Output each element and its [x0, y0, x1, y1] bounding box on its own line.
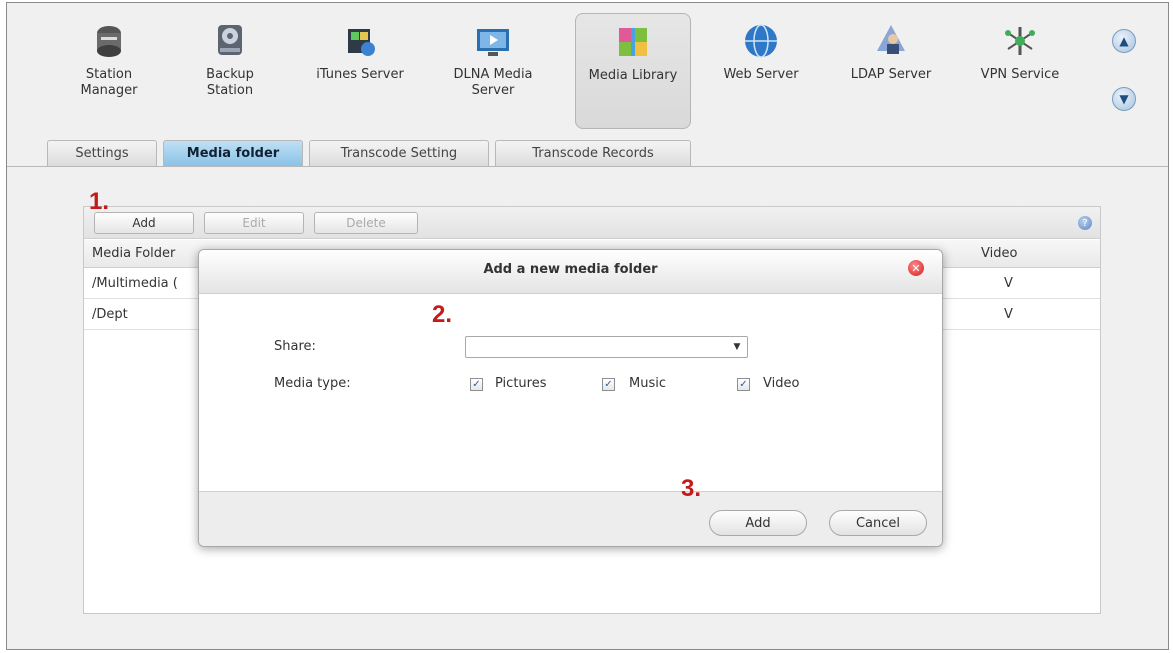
- dialog-add-button[interactable]: Add: [709, 510, 807, 536]
- video-cell: V: [1004, 307, 1013, 322]
- step-marker-2: 2.: [432, 301, 453, 328]
- music-label: Music: [629, 376, 666, 391]
- tab-settings[interactable]: Settings: [47, 140, 157, 166]
- app-station-manager[interactable]: Station Manager: [73, 13, 145, 129]
- chevron-up-icon: ▲: [1119, 34, 1129, 48]
- add-media-folder-dialog: Add a new media folder ✕ Share: ▼ Media …: [198, 249, 943, 547]
- dialog-header: Add a new media folder ✕: [199, 250, 942, 294]
- app-label: iTunes Server: [316, 67, 404, 82]
- app-label: Media Library: [588, 68, 678, 83]
- app-label: VPN Service: [980, 67, 1060, 82]
- dialog-footer: Add Cancel: [199, 491, 942, 546]
- app-ldap-server[interactable]: LDAP Server: [841, 13, 941, 129]
- video-checkbox[interactable]: ✓: [737, 378, 750, 391]
- toolbar: Add Edit Delete ?: [84, 207, 1100, 239]
- vpn-service-icon: [1005, 27, 1035, 55]
- app-backup-station[interactable]: Backup Station: [191, 13, 269, 129]
- dialog-title: Add a new media folder: [483, 262, 658, 277]
- ldap-server-icon: [877, 25, 905, 54]
- close-icon[interactable]: ✕: [908, 260, 924, 276]
- tab-transcode-setting[interactable]: Transcode Setting: [309, 140, 489, 166]
- media-type-label: Media type:: [274, 376, 351, 391]
- tab-transcode-records[interactable]: Transcode Records: [495, 140, 691, 166]
- chevron-down-icon: ▼: [733, 342, 741, 352]
- app-web-server[interactable]: Web Server: [713, 13, 809, 129]
- column-video[interactable]: Video: [981, 246, 1017, 261]
- scroll-down-button[interactable]: ▼: [1112, 87, 1136, 111]
- app-dlna-media-server[interactable]: DLNA Media Server: [445, 13, 541, 129]
- share-select[interactable]: ▼: [465, 336, 748, 358]
- app-window: Station Manager Backup Station iTunes Se…: [6, 2, 1169, 650]
- tab-divider: [7, 166, 1168, 167]
- edit-button[interactable]: Edit: [204, 212, 304, 234]
- music-checkbox[interactable]: ✓: [602, 378, 615, 391]
- dlna-server-icon: [477, 29, 509, 56]
- app-label: Station Manager: [80, 67, 138, 98]
- station-manager-icon: [97, 26, 121, 57]
- chevron-down-icon: ▼: [1119, 92, 1129, 106]
- app-media-library[interactable]: Media Library: [575, 13, 691, 129]
- pictures-label: Pictures: [495, 376, 547, 391]
- video-cell: V: [1004, 276, 1013, 291]
- itunes-server-icon: [348, 29, 375, 56]
- app-itunes-server[interactable]: iTunes Server: [310, 13, 410, 129]
- app-label: Backup Station: [206, 67, 254, 98]
- help-icon[interactable]: ?: [1078, 216, 1092, 230]
- column-media-folder[interactable]: Media Folder: [92, 246, 175, 261]
- delete-button[interactable]: Delete: [314, 212, 418, 234]
- backup-station-icon: [218, 25, 242, 55]
- folder-cell: /Multimedia (: [92, 276, 178, 291]
- web-server-icon: [745, 24, 777, 58]
- folder-cell: /Dept: [92, 307, 128, 322]
- app-vpn-service[interactable]: VPN Service: [975, 13, 1065, 129]
- tab-media-folder[interactable]: Media folder: [163, 140, 303, 166]
- app-strip: Station Manager Backup Station iTunes Se…: [7, 3, 1168, 138]
- step-marker-1: 1.: [89, 188, 110, 215]
- media-library-icon: [619, 28, 647, 56]
- share-label: Share:: [274, 339, 316, 354]
- pictures-checkbox[interactable]: ✓: [470, 378, 483, 391]
- video-label: Video: [763, 376, 800, 391]
- app-label: DLNA Media Server: [453, 67, 533, 98]
- dialog-cancel-button[interactable]: Cancel: [829, 510, 927, 536]
- app-label: Web Server: [723, 67, 799, 82]
- scroll-up-button[interactable]: ▲: [1112, 29, 1136, 53]
- app-label: LDAP Server: [850, 67, 932, 82]
- step-marker-3: 3.: [681, 475, 702, 502]
